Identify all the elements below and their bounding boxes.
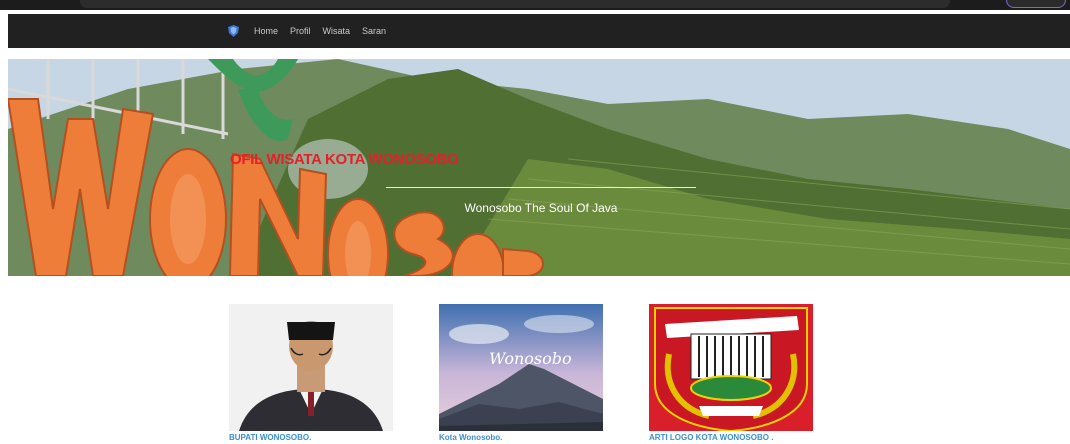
kota-wonosobo-photo[interactable]: Wonosobo (439, 304, 603, 431)
card-kota[interactable]: Wonosobo Kota Wonosobo. (439, 304, 603, 442)
card-logo[interactable]: ARTI LOGO KOTA WONOSOBO . (649, 304, 813, 442)
card-caption-kota[interactable]: Kota Wonosobo. (439, 433, 603, 442)
profile-pill[interactable] (1006, 0, 1066, 8)
hero-tagline: Wonosobo The Soul Of Java (464, 201, 618, 215)
hero-landscape-image (8, 59, 1070, 276)
card-caption-bupati[interactable]: BUPATI WONOSOBO. (229, 433, 393, 442)
bupati-photo[interactable] (229, 304, 393, 431)
card-bupati[interactable]: BUPATI WONOSOBO. (229, 304, 393, 442)
hero-title: OFIL WISATA KOTA WONOSOBO (230, 151, 459, 168)
browser-top-bar (0, 0, 1070, 10)
card-caption-logo[interactable]: ARTI LOGO KOTA WONOSOBO . (649, 433, 813, 442)
hero-banner: OFIL WISATA KOTA WONOSOBO Wonosobo The S… (8, 59, 1070, 276)
nav-profil[interactable]: Profil (290, 26, 311, 36)
nav-links: Home Profil Wisata Saran (254, 14, 386, 48)
search-bar[interactable] (80, 0, 950, 8)
nav-saran[interactable]: Saran (362, 26, 386, 36)
nav-home[interactable]: Home (254, 26, 278, 36)
kota-image-text: Wonosobo (489, 349, 572, 368)
hero-divider (386, 187, 696, 188)
nav-wisata[interactable]: Wisata (323, 26, 351, 36)
shield-icon[interactable] (228, 25, 239, 37)
wonosobo-logo-image[interactable] (649, 304, 813, 431)
navbar: Home Profil Wisata Saran (8, 14, 1070, 48)
